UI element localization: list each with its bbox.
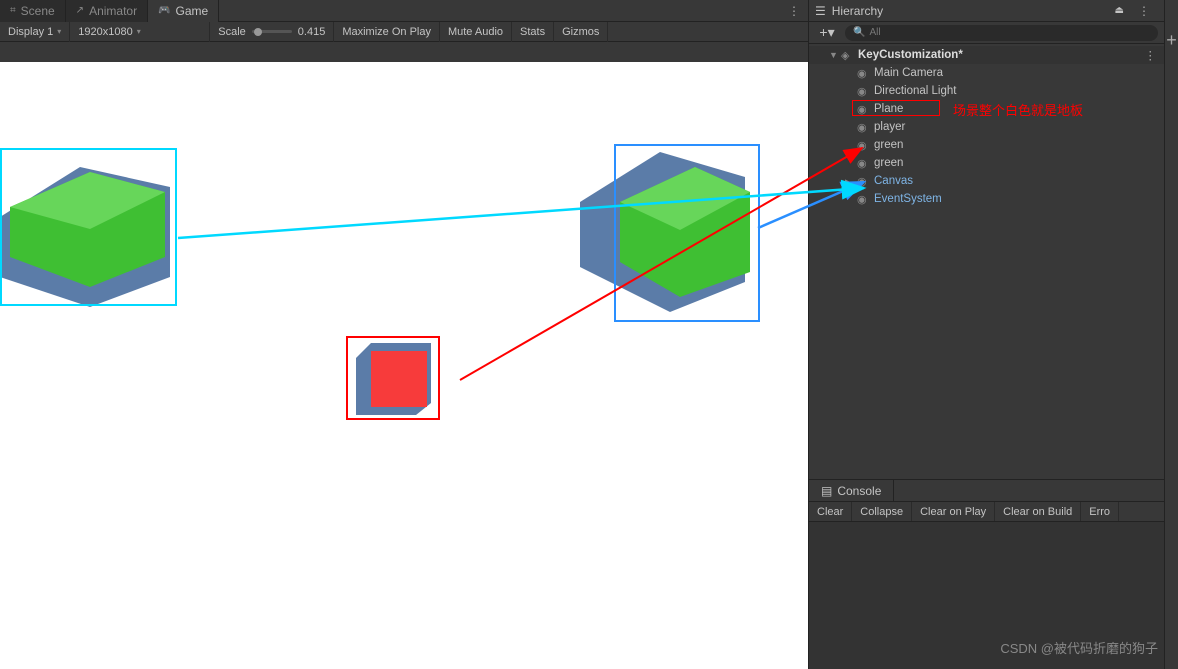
game-icon: 🎮 [158,5,170,16]
resolution-dropdown[interactable]: 1920x1080 [70,22,210,42]
gameobject-icon: ◉ [857,193,871,206]
gizmos-button[interactable]: Gizmos [554,22,608,42]
game-tab-bar: ⌗Scene ↗Animator 🎮Game ⋮ [0,0,808,22]
player-cube [356,343,436,418]
search-icon: 🔍 [853,27,865,38]
plane-annotation-text: 场景整个白色就是地板 [953,100,1083,119]
tab-more-icon[interactable]: ⋮ [780,4,808,18]
console-collapse-button[interactable]: Collapse [852,502,912,522]
green-cube-left [0,157,180,317]
console-clear-on-play-button[interactable]: Clear on Play [912,502,995,522]
tab-game[interactable]: 🎮Game [148,0,219,22]
expand-arrow-icon[interactable]: ▸ [845,176,857,187]
console-error-pause-button[interactable]: Erro [1081,502,1119,522]
console-clear-on-build-button[interactable]: Clear on Build [995,502,1081,522]
hierarchy-icon: ☰ [815,4,826,18]
gameobject-icon: ◉ [857,157,871,170]
tab-console[interactable]: ▤Console [809,480,894,501]
lock-icon[interactable]: ⏏ [1115,5,1124,16]
scale-slider[interactable] [252,30,292,33]
add-button[interactable]: +▾ [815,24,839,41]
gameobject-icon: ◉ [857,103,871,116]
scene-more-icon[interactable]: ⋮ [1145,48,1157,62]
gameobject-icon: ◉ [857,139,871,152]
green-cube-right [580,152,760,322]
maximize-button[interactable]: Maximize On Play [334,22,440,42]
gameobject-icon: ◉ [857,121,871,134]
tab-scene[interactable]: ⌗Scene [0,0,66,22]
console-icon: ▤ [821,484,832,498]
hierarchy-item-player[interactable]: ◉player [809,118,1164,136]
scene-icon: ⌗ [10,5,16,16]
scale-control[interactable]: Scale 0.415 [210,22,334,42]
hierarchy-item-green-1[interactable]: ◉green [809,136,1164,154]
tab-animator[interactable]: ↗Animator [66,0,148,22]
hierarchy-title: Hierarchy [832,4,883,18]
console-clear-button[interactable]: Clear [809,502,852,522]
hierarchy-more-icon[interactable]: ⋮ [1130,4,1158,18]
hierarchy-search[interactable]: 🔍 All [845,25,1158,41]
hierarchy-header: ☰ Hierarchy ⏏ ⋮ [809,0,1164,22]
hierarchy-item-eventsystem[interactable]: ◉EventSystem [809,190,1164,208]
hierarchy-item-canvas[interactable]: ▸◉Canvas [809,172,1164,190]
gameobject-icon: ◉ [857,175,871,188]
scene-root[interactable]: ▼ ◈ KeyCustomization* ⋮ [809,46,1164,64]
hierarchy-item-directional-light[interactable]: ◉Directional Light [809,82,1164,100]
unity-icon: ◈ [841,49,855,62]
display-dropdown[interactable]: Display 1 [0,22,70,42]
game-toolbar: Display 1 1920x1080 Scale 0.415 Maximize… [0,22,808,42]
game-view [0,42,808,669]
expand-arrow-icon[interactable]: ▼ [829,50,841,60]
watermark: CSDN @被代码折磨的狗子 [1000,638,1158,657]
add-component-icon[interactable]: + [1166,30,1177,51]
inspector-sliver: + [1164,0,1178,669]
stats-button[interactable]: Stats [512,22,554,42]
hierarchy-item-main-camera[interactable]: ◉Main Camera [809,64,1164,82]
hierarchy-tree: ▼ ◈ KeyCustomization* ⋮ ◉Main Camera ◉Di… [809,44,1164,479]
gameobject-icon: ◉ [857,85,871,98]
animator-icon: ↗ [76,5,84,16]
hierarchy-item-green-2[interactable]: ◉green [809,154,1164,172]
gameobject-icon: ◉ [857,67,871,80]
mute-button[interactable]: Mute Audio [440,22,512,42]
